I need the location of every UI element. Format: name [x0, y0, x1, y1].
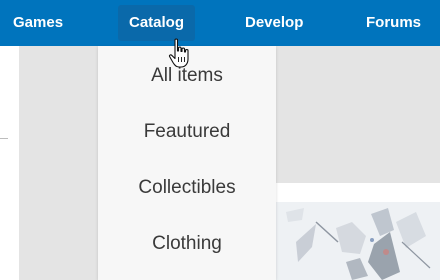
card-image[interactable]	[276, 202, 440, 280]
left-divider	[0, 138, 8, 139]
top-navbar: Games Catalog Develop Forums	[0, 0, 440, 46]
nav-games[interactable]: Games	[13, 0, 63, 46]
nav-develop[interactable]: Develop	[245, 0, 303, 46]
hand-pointer-icon	[168, 38, 192, 70]
left-panel	[0, 46, 19, 280]
card-artwork	[276, 202, 440, 280]
menu-item-clothing[interactable]: Clothing	[98, 233, 276, 255]
nav-forums[interactable]: Forums	[366, 0, 421, 46]
nav-catalog[interactable]: Catalog	[118, 5, 195, 41]
catalog-dropdown-menu: All items Feautured Collectibles Clothin…	[98, 46, 276, 280]
menu-item-featured[interactable]: Feautured	[98, 121, 276, 143]
menu-item-collectibles[interactable]: Collectibles	[98, 177, 276, 199]
